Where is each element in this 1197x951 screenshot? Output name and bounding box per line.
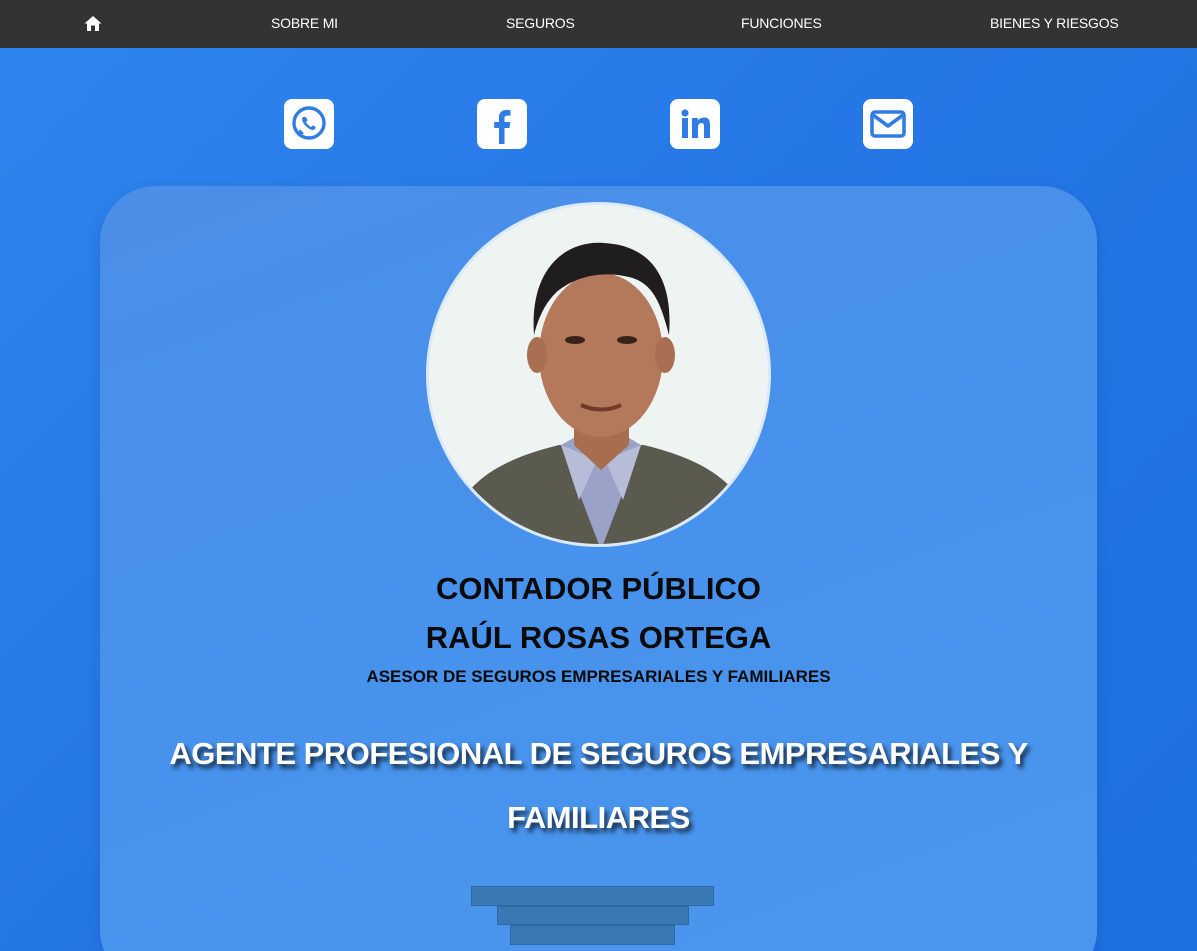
nav-link-bienes-y-riesgos[interactable]: BIENES Y RIESGOS [990,15,1119,31]
profile-subtitle: ASESOR DE SEGUROS EMPRESARIALES Y FAMILI… [366,667,831,686]
envelope-icon[interactable] [863,99,913,149]
step-block-bottom [510,925,675,945]
whatsapp-icon[interactable] [284,99,334,149]
nav-link-seguros[interactable]: SEGUROS [506,15,575,31]
top-nav: SOBRE MI SEGUROS FUNCIONES BIENES Y RIES… [0,0,1197,48]
profile-name: RAÚL ROSAS ORTEGA [425,620,772,655]
profile-photo [426,202,771,547]
step-block-middle [497,906,689,925]
nav-link-sobre-mi[interactable]: SOBRE MI [271,15,338,31]
home-icon[interactable] [83,14,103,34]
tagline-heading: AGENTE PROFESIONAL DE SEGUROS EMPRESARIA… [169,736,1028,835]
linkedin-icon[interactable] [670,99,720,149]
nav-link-funciones[interactable]: FUNCIONES [741,15,822,31]
profile-title: CONTADOR PÚBLICO [436,571,761,606]
step-block-top [471,886,714,906]
facebook-icon[interactable] [477,99,527,149]
